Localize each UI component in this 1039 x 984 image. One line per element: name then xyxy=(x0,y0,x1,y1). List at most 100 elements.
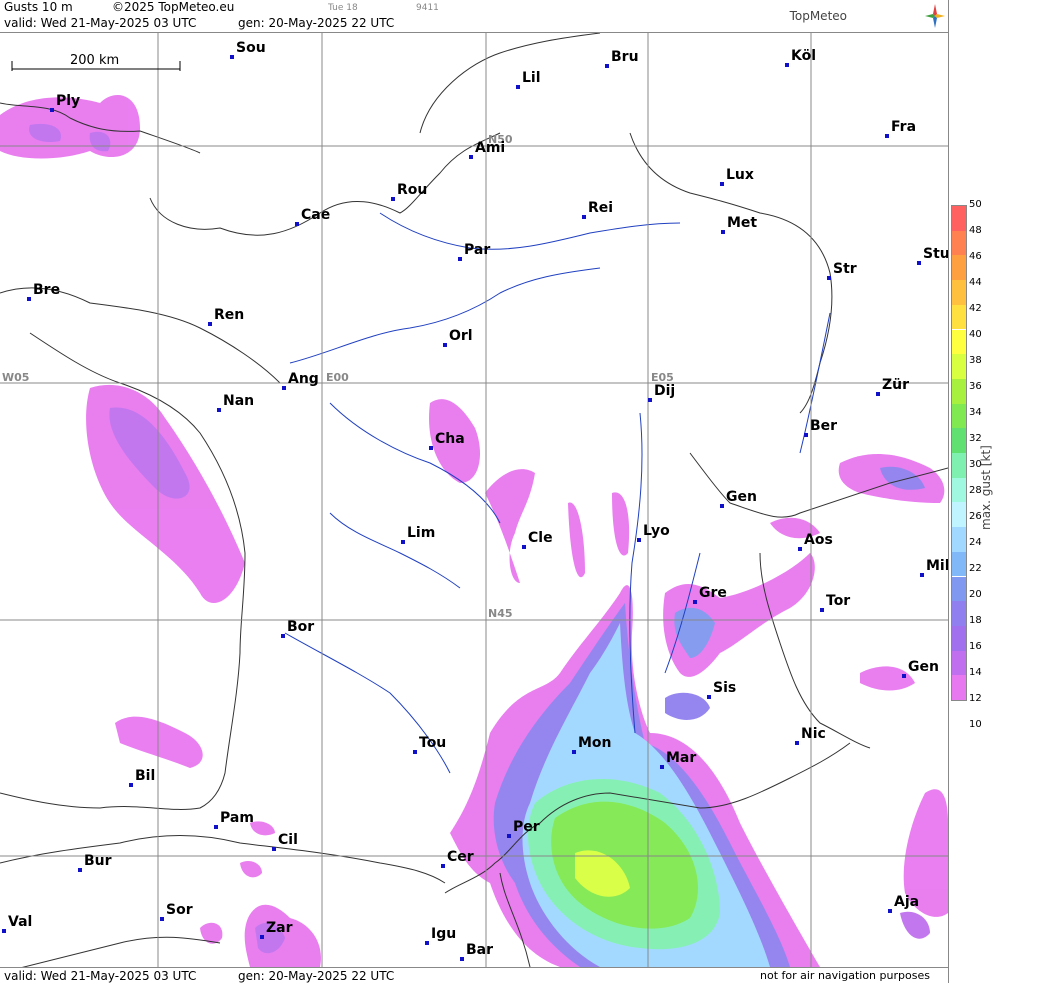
legend-tick: 38 xyxy=(969,355,982,366)
legend-tick: 46 xyxy=(969,251,982,262)
footer-valid: valid: Wed 21-May-2025 03 UTC xyxy=(4,969,197,983)
city-label: Lyo xyxy=(643,523,670,539)
city-label: Mar xyxy=(666,750,697,766)
city-marker xyxy=(425,941,429,945)
city-label: Ber xyxy=(810,418,838,434)
city-marker xyxy=(795,741,799,745)
city-label: Val xyxy=(8,914,33,930)
city-marker xyxy=(885,134,889,138)
grid-label-n45: N45 xyxy=(488,607,513,620)
city-label: Ami xyxy=(475,140,506,156)
code-label: 9411 xyxy=(416,3,439,13)
city-marker xyxy=(637,538,641,542)
city-marker xyxy=(260,935,264,939)
legend-swatch xyxy=(952,625,966,651)
legend-tick: 40 xyxy=(969,329,982,340)
city-marker xyxy=(804,433,808,437)
city-marker xyxy=(876,392,880,396)
city-label: Ang xyxy=(288,371,319,387)
city-label: Tou xyxy=(419,735,447,751)
city-marker xyxy=(785,63,789,67)
city-label: Lux xyxy=(726,167,754,183)
legend-tick: 16 xyxy=(969,641,982,652)
legend-swatch xyxy=(952,428,966,453)
city-label: Gen xyxy=(908,659,939,675)
legend: 50 48 46 44 42 40 38 36 34 32 30 28 26 24 22 20 18 16 14 12… xyxy=(948,0,1039,983)
weather-map[interactable]: N50 N45 W05 E00 E05 200 km xyxy=(0,33,948,967)
legend-tick: 14 xyxy=(969,667,982,678)
city-marker xyxy=(917,261,921,265)
legend-swatch xyxy=(952,650,966,676)
city-label: Cae xyxy=(301,207,331,223)
city-label: Sou xyxy=(236,40,266,56)
city-marker xyxy=(230,55,234,59)
city-label: Dij xyxy=(654,383,676,399)
legend-tick: 10 xyxy=(969,719,982,730)
city-marker xyxy=(217,408,221,412)
city-marker xyxy=(827,276,831,280)
city-marker xyxy=(522,545,526,549)
disclaimer: not for air navigation purposes xyxy=(760,969,930,982)
city-marker xyxy=(469,155,473,159)
city-label: Zar xyxy=(266,920,293,936)
product-title: Gusts 10 m xyxy=(4,0,73,14)
gen-time: gen: 20-May-2025 22 UTC xyxy=(238,16,395,30)
city-label: Lil xyxy=(522,70,541,86)
grid-label-w05: W05 xyxy=(2,371,29,384)
legend-tick: 12 xyxy=(969,693,982,704)
legend-swatch xyxy=(952,280,966,305)
city-marker xyxy=(401,540,405,544)
city-marker xyxy=(160,917,164,921)
legend-tick: 34 xyxy=(969,407,982,418)
legend-swatch xyxy=(952,230,966,256)
copyright: ©2025 TopMeteo.eu xyxy=(112,0,235,14)
city-label: Nan xyxy=(223,393,255,409)
legend-swatch xyxy=(952,378,966,404)
city-label: Cle xyxy=(528,530,553,546)
city-marker xyxy=(720,182,724,186)
city-label: Bru xyxy=(611,49,639,65)
city-label: Sis xyxy=(713,680,737,696)
city-marker xyxy=(902,674,906,678)
city-label: Nic xyxy=(801,726,826,742)
city-marker xyxy=(582,215,586,219)
city-marker xyxy=(78,868,82,872)
city-label: Pam xyxy=(220,810,254,826)
legend-title: max. gust [kt] xyxy=(979,445,993,530)
city-marker xyxy=(572,750,576,754)
city-marker xyxy=(208,322,212,326)
city-label: Köl xyxy=(791,48,817,64)
legend-tick: 22 xyxy=(969,563,982,574)
city-marker xyxy=(391,197,395,201)
legend-swatch xyxy=(952,255,966,281)
city-marker xyxy=(507,834,511,838)
legend-swatch xyxy=(952,502,966,528)
city-label: Zür xyxy=(882,377,910,393)
city-label: Rei xyxy=(588,200,614,216)
legend-swatch xyxy=(952,576,966,602)
legend-color-bar xyxy=(951,205,967,701)
city-marker xyxy=(129,783,133,787)
city-label: Orl xyxy=(449,328,473,344)
city-marker xyxy=(27,297,31,301)
city-label: Ren xyxy=(214,307,245,323)
city-marker xyxy=(720,504,724,508)
city-label: Stu xyxy=(923,246,950,262)
city-label: Gre xyxy=(699,585,727,601)
city-marker xyxy=(441,864,445,868)
legend-tick: 50 xyxy=(969,199,982,210)
city-marker xyxy=(413,750,417,754)
city-marker xyxy=(605,64,609,68)
compass-logo-icon xyxy=(925,4,945,28)
city-marker xyxy=(648,398,652,402)
scale-label: 200 km xyxy=(70,53,119,68)
city-marker xyxy=(429,446,433,450)
city-marker xyxy=(660,765,664,769)
legend-tick: 32 xyxy=(969,433,982,444)
city-label: Bre xyxy=(33,282,61,298)
city-marker xyxy=(458,257,462,261)
legend-tick: 20 xyxy=(969,589,982,600)
legend-swatch xyxy=(952,477,966,503)
day-label: Tue 18 xyxy=(328,3,358,13)
city-marker xyxy=(281,634,285,638)
